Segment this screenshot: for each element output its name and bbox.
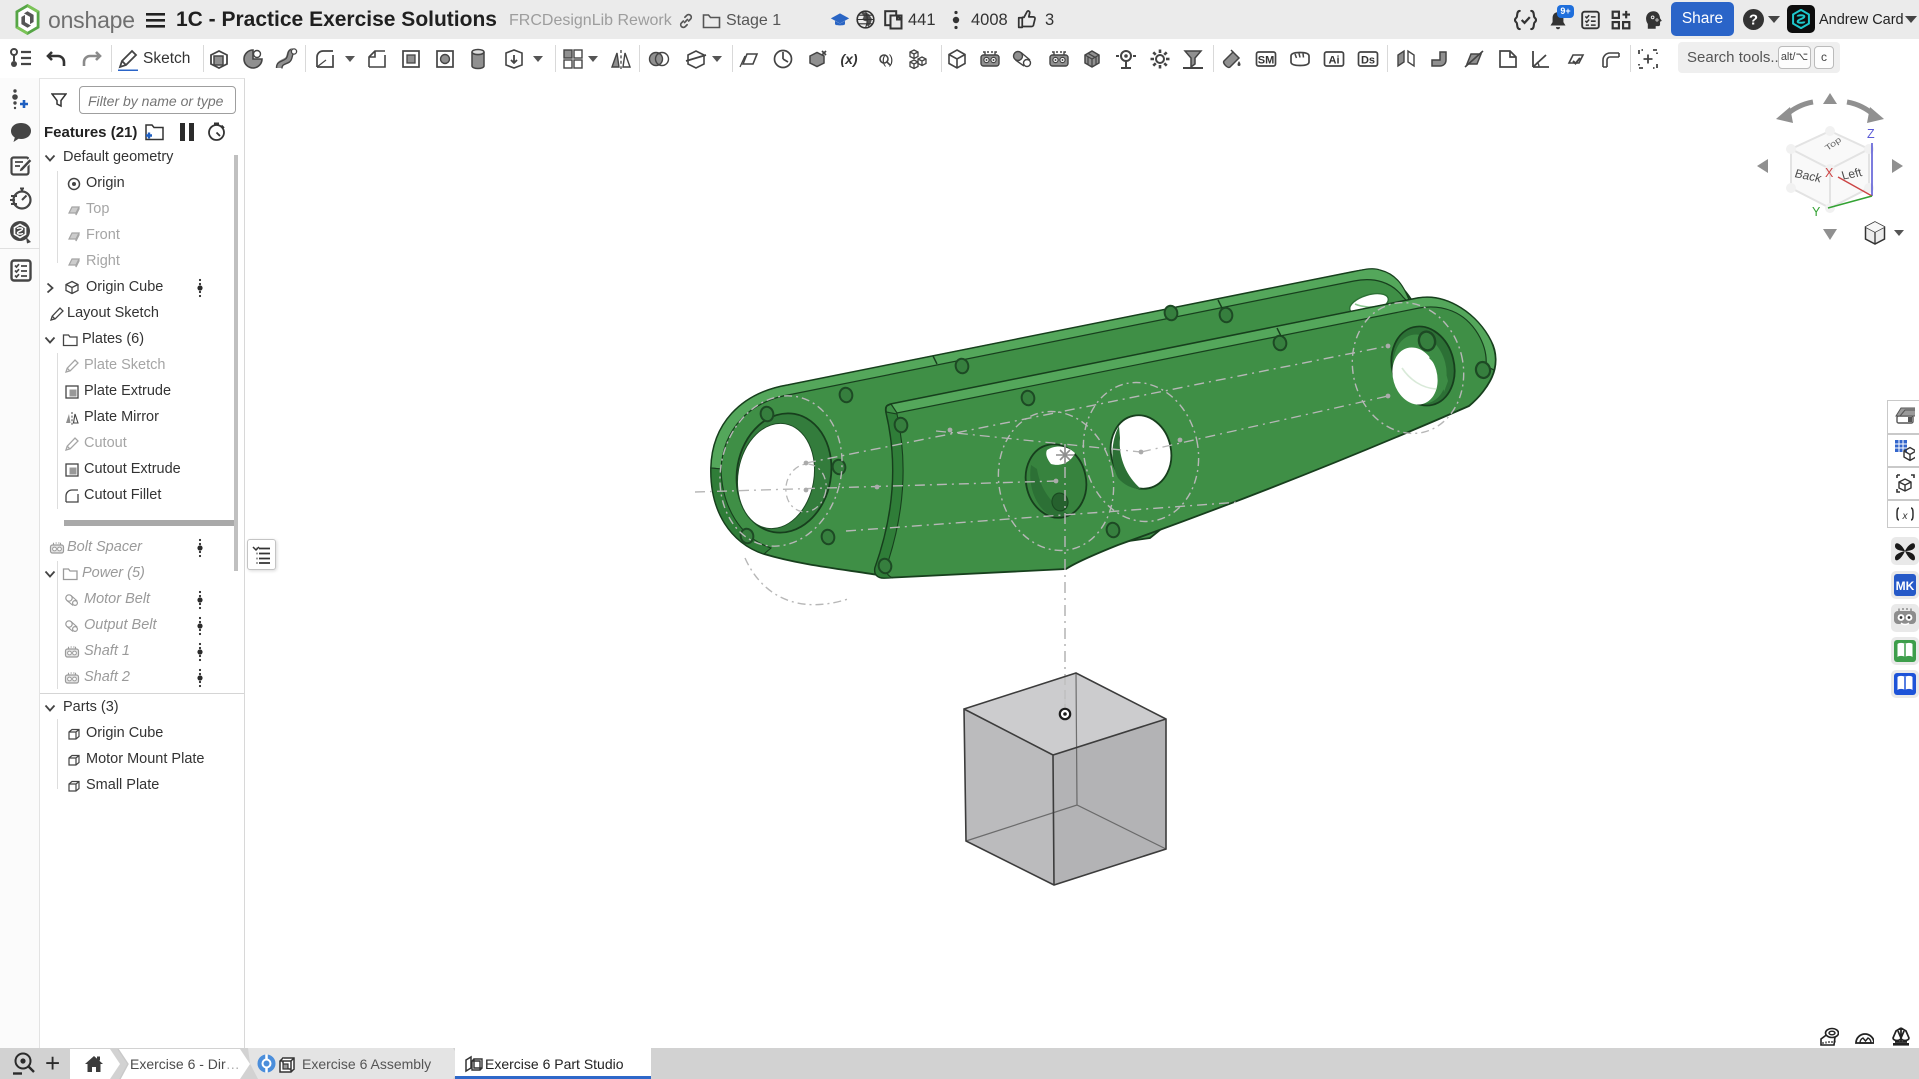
svg-text:): ) [889, 52, 893, 67]
svg-text:Ai: Ai [1329, 55, 1340, 67]
svg-text:x: x [1902, 511, 1909, 522]
svg-text:SM: SM [1258, 55, 1275, 67]
svg-text:X: X [1825, 166, 1834, 180]
svg-text:Y: Y [1812, 205, 1821, 219]
svg-text:Z: Z [1867, 127, 1875, 141]
svg-text:Ds: Ds [1361, 55, 1375, 67]
svg-text:(x): (x) [840, 51, 857, 67]
svg-text:?: ? [1749, 12, 1758, 29]
svg-text:MK: MK [1896, 579, 1915, 593]
